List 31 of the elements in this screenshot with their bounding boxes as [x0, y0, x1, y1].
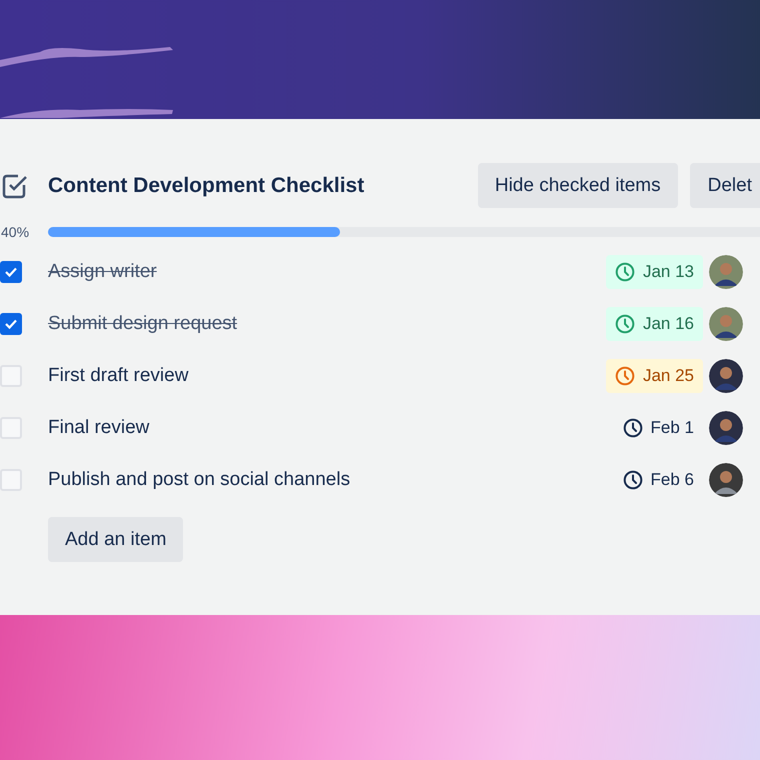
- avatar[interactable]: [709, 359, 743, 393]
- clock-icon: [614, 262, 635, 282]
- add-item-button[interactable]: Add an item: [48, 517, 184, 562]
- clock-icon: [614, 314, 635, 334]
- due-date[interactable]: Jan 13: [606, 255, 703, 289]
- due-date[interactable]: Jan 16: [606, 307, 703, 341]
- checkbox[interactable]: [0, 313, 22, 335]
- avatar[interactable]: [709, 307, 743, 341]
- item-text: Assign writer: [48, 261, 158, 283]
- checkbox[interactable]: [0, 261, 22, 283]
- delete-button[interactable]: Delet: [690, 163, 760, 208]
- item-text: Submit design request: [48, 313, 238, 335]
- checkbox-icon: [2, 172, 28, 198]
- hide-checked-button[interactable]: Hide checked items: [478, 163, 678, 208]
- checklist-title: Content Development Checklist: [48, 174, 366, 198]
- due-date[interactable]: Feb 6: [614, 463, 703, 497]
- avatar[interactable]: [709, 411, 743, 445]
- item-text: Publish and post on social channels: [48, 469, 352, 491]
- avatar[interactable]: [709, 255, 743, 289]
- clock-icon: [622, 418, 643, 438]
- due-date[interactable]: Jan 25: [606, 359, 703, 393]
- checkbox[interactable]: [0, 417, 22, 439]
- clock-icon: [614, 366, 635, 386]
- progress-percent: 40%: [0, 224, 30, 240]
- checkbox[interactable]: [0, 469, 22, 491]
- checkbox[interactable]: [0, 365, 22, 387]
- due-date[interactable]: Feb 1: [614, 411, 703, 445]
- avatar[interactable]: [709, 463, 743, 497]
- item-text: Final review: [48, 417, 150, 439]
- clock-icon: [622, 470, 643, 490]
- item-text: First draft review: [48, 365, 190, 387]
